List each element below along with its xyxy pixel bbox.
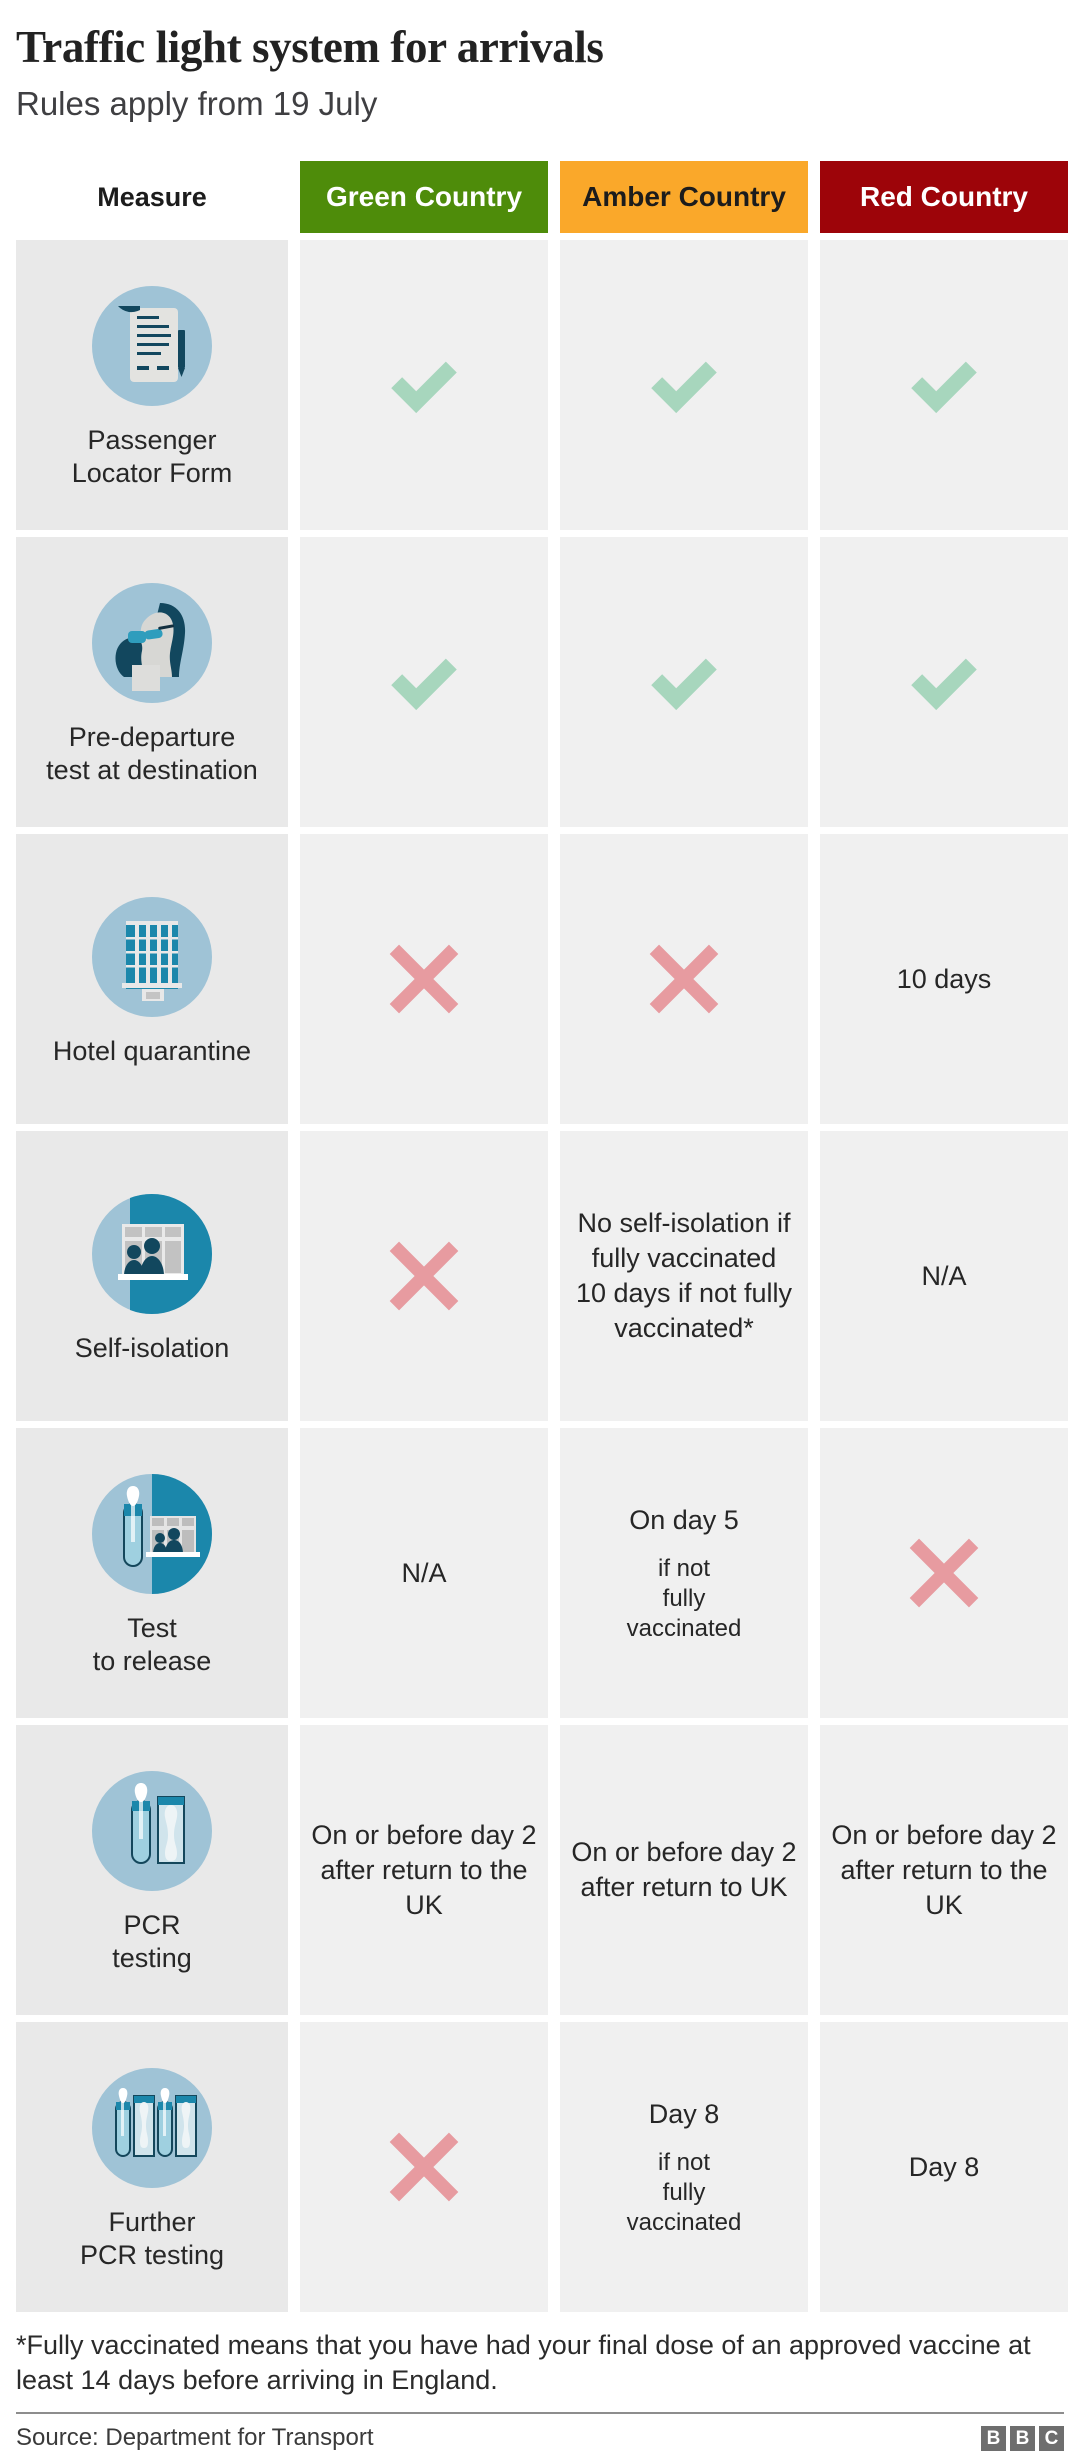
- cell-text: On day 5: [629, 1503, 739, 1538]
- column-header-amber: Amber Country: [560, 161, 808, 233]
- cell-text: N/A: [401, 1556, 446, 1591]
- source-text: Source: Department for Transport: [16, 2424, 374, 2452]
- cross-icon: [905, 1534, 983, 1612]
- measure-cell: Hotel quarantine: [16, 834, 288, 1124]
- measure-label: FurtherPCR testing: [80, 2206, 224, 2272]
- cell-red: [820, 1428, 1068, 1718]
- cell-text: Day 8: [909, 2150, 980, 2185]
- table-row: PCRtesting On or before day 2 after retur…: [16, 1725, 1064, 2015]
- measure-label: Hotel quarantine: [53, 1035, 251, 1068]
- table-row: FurtherPCR testing Day 8 if notfullyvaccin…: [16, 2022, 1064, 2312]
- cell-green: [300, 537, 548, 827]
- cell-text: 10 days: [897, 962, 992, 997]
- measure-label: PassengerLocator Form: [72, 424, 233, 490]
- cross-icon: [385, 1237, 463, 1315]
- measure-label: PCRtesting: [112, 1909, 192, 1975]
- source-bar: Source: Department for Transport B B C: [16, 2412, 1064, 2452]
- tube-window-icon: [88, 1470, 216, 1598]
- cell-green: N/A: [300, 1428, 548, 1718]
- traffic-light-table: Measure Green Country Amber Country Red …: [16, 161, 1064, 2312]
- cell-amber: Day 8 if notfullyvaccinated: [560, 2022, 808, 2312]
- cross-icon: [645, 940, 723, 1018]
- tube-swab-icon: [88, 1767, 216, 1895]
- measure-cell: Self-isolation: [16, 1131, 288, 1421]
- cell-red: On or before day 2 after return to the U…: [820, 1725, 1068, 2015]
- cell-amber: No self-isolation if fully vaccinated10 …: [560, 1131, 808, 1421]
- tick-icon: [905, 346, 983, 424]
- cross-icon: [385, 940, 463, 1018]
- cell-text: Day 8: [649, 2097, 720, 2132]
- cross-icon: [385, 2128, 463, 2206]
- cell-amber: On or before day 2 after return to UK: [560, 1725, 808, 2015]
- measure-cell: PassengerLocator Form: [16, 240, 288, 530]
- cell-text: N/A: [921, 1259, 966, 1294]
- page-title: Traffic light system for arrivals: [16, 0, 1064, 71]
- table-row: PassengerLocator Form: [16, 240, 1064, 530]
- measure-cell: Pre-departuretest at destination: [16, 537, 288, 827]
- measure-cell: PCRtesting: [16, 1725, 288, 2015]
- page-subtitle: Rules apply from 19 July: [16, 85, 1064, 123]
- table-row: Testto release N/A On day 5 if notfullyvacc…: [16, 1428, 1064, 1718]
- cell-green: [300, 1131, 548, 1421]
- cell-red: 10 days: [820, 834, 1068, 1124]
- window-people-icon: [88, 1190, 216, 1318]
- measure-cell: FurtherPCR testing: [16, 2022, 288, 2312]
- cell-red: [820, 240, 1068, 530]
- measure-label: Testto release: [93, 1612, 212, 1678]
- tick-icon: [645, 643, 723, 721]
- cell-amber: [560, 537, 808, 827]
- tick-icon: [385, 346, 463, 424]
- measure-label: Pre-departuretest at destination: [46, 721, 258, 787]
- bbc-letter-1: B: [981, 2426, 1006, 2451]
- cell-text: On or before day 2 after return to the U…: [830, 1818, 1058, 1923]
- double-tube-swab-icon: [88, 2064, 216, 2192]
- table-row: Pre-departuretest at destination: [16, 537, 1064, 827]
- table-header-row: Measure Green Country Amber Country Red …: [16, 161, 1064, 233]
- cell-red: [820, 537, 1068, 827]
- cell-note: if notfullyvaccinated: [627, 2148, 742, 2238]
- column-header-measure: Measure: [16, 161, 288, 233]
- cell-amber: [560, 240, 808, 530]
- document-pen-icon: [88, 282, 216, 410]
- tick-icon: [905, 643, 983, 721]
- cell-amber: [560, 834, 808, 1124]
- cell-text: On or before day 2 after return to UK: [570, 1835, 798, 1905]
- measure-cell: Testto release: [16, 1428, 288, 1718]
- column-header-green: Green Country: [300, 161, 548, 233]
- bbc-logo: B B C: [981, 2426, 1064, 2451]
- hotel-building-icon: [88, 893, 216, 1021]
- cell-note: if notfullyvaccinated: [627, 1554, 742, 1644]
- infographic-root: Traffic light system for arrivals Rules …: [0, 0, 1080, 2287]
- cell-green: On or before day 2 after return to the U…: [300, 1725, 548, 2015]
- cell-text: No self-isolation if fully vaccinated10 …: [570, 1206, 798, 1346]
- tick-icon: [385, 643, 463, 721]
- measure-label: Self-isolation: [75, 1332, 230, 1365]
- cell-amber: On day 5 if notfullyvaccinated: [560, 1428, 808, 1718]
- table-row: Hotel quarantine 10 days: [16, 834, 1064, 1124]
- bbc-letter-3: C: [1039, 2426, 1064, 2451]
- footnote: *Fully vaccinated means that you have ha…: [16, 2328, 1064, 2398]
- table-row: Self-isolation No self-isolation if fully…: [16, 1131, 1064, 1421]
- cell-green: [300, 2022, 548, 2312]
- cell-red: Day 8: [820, 2022, 1068, 2312]
- bbc-letter-2: B: [1010, 2426, 1035, 2451]
- cell-green: [300, 240, 548, 530]
- cell-red: N/A: [820, 1131, 1068, 1421]
- cell-text: On or before day 2 after return to the U…: [310, 1818, 538, 1923]
- cell-green: [300, 834, 548, 1124]
- tick-icon: [645, 346, 723, 424]
- table-body: PassengerLocator Form Pre-departuretest a…: [16, 240, 1064, 2312]
- column-header-red: Red Country: [820, 161, 1068, 233]
- swab-test-icon: [88, 579, 216, 707]
